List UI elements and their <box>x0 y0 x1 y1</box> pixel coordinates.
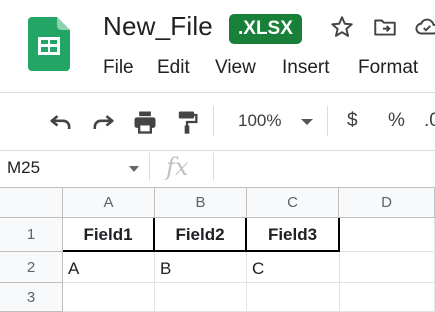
document-title[interactable]: New_File <box>103 11 213 42</box>
cell-d2[interactable] <box>340 252 435 283</box>
file-format-badge: .XLSX <box>229 14 302 44</box>
menu-file[interactable]: File <box>103 57 134 79</box>
decrease-decimal-button[interactable]: .0 <box>424 110 435 132</box>
sheets-logo-icon[interactable] <box>28 17 70 71</box>
undo-icon[interactable] <box>47 108 75 136</box>
move-folder-icon[interactable] <box>372 14 398 40</box>
toolbar-separator <box>213 106 214 136</box>
menu-edit[interactable]: Edit <box>157 57 190 79</box>
column-header-b[interactable]: B <box>155 188 247 218</box>
zoom-dropdown-icon[interactable] <box>300 117 314 127</box>
select-all-corner[interactable] <box>0 188 63 218</box>
toolbar-separator <box>327 106 328 136</box>
cell-c1[interactable]: Field3 <box>247 218 340 252</box>
formula-input[interactable] <box>222 158 422 180</box>
currency-format-button[interactable]: $ <box>347 110 358 132</box>
cell-d1[interactable] <box>340 218 435 252</box>
header-divider <box>0 92 435 93</box>
percent-format-button[interactable]: % <box>388 110 405 132</box>
row-header-1[interactable]: 1 <box>0 218 63 252</box>
cell-c3[interactable] <box>247 283 340 312</box>
cloud-saved-icon[interactable] <box>414 14 435 40</box>
name-box[interactable]: M25 <box>7 158 40 178</box>
menu-insert[interactable]: Insert <box>282 57 330 79</box>
column-header-c[interactable]: C <box>247 188 339 218</box>
cell-b3[interactable] <box>155 283 247 312</box>
cell-d3[interactable] <box>340 283 435 312</box>
menu-view[interactable]: View <box>215 57 256 79</box>
cell-a3[interactable] <box>63 283 155 312</box>
menu-format[interactable]: Format <box>358 57 418 79</box>
star-icon[interactable] <box>329 14 355 40</box>
name-box-dropdown-icon[interactable] <box>128 165 140 173</box>
fx-label: fx <box>166 153 189 181</box>
cell-a2[interactable]: A <box>63 252 155 283</box>
formula-separator <box>213 153 214 181</box>
zoom-select[interactable]: 100% <box>238 111 281 131</box>
formula-separator <box>149 153 150 181</box>
paint-format-icon[interactable] <box>173 108 201 136</box>
print-icon[interactable] <box>131 108 159 136</box>
toolbar-divider <box>0 150 435 151</box>
cell-a1[interactable]: Field1 <box>63 218 155 252</box>
cell-b1[interactable]: Field2 <box>155 218 247 252</box>
row-header-3[interactable]: 3 <box>0 283 63 312</box>
cell-c2[interactable]: C <box>247 252 340 283</box>
column-header-a[interactable]: A <box>63 188 155 218</box>
cell-b2[interactable]: B <box>155 252 247 283</box>
row-header-2[interactable]: 2 <box>0 252 63 283</box>
redo-icon[interactable] <box>89 108 117 136</box>
column-header-d[interactable]: D <box>339 188 435 218</box>
